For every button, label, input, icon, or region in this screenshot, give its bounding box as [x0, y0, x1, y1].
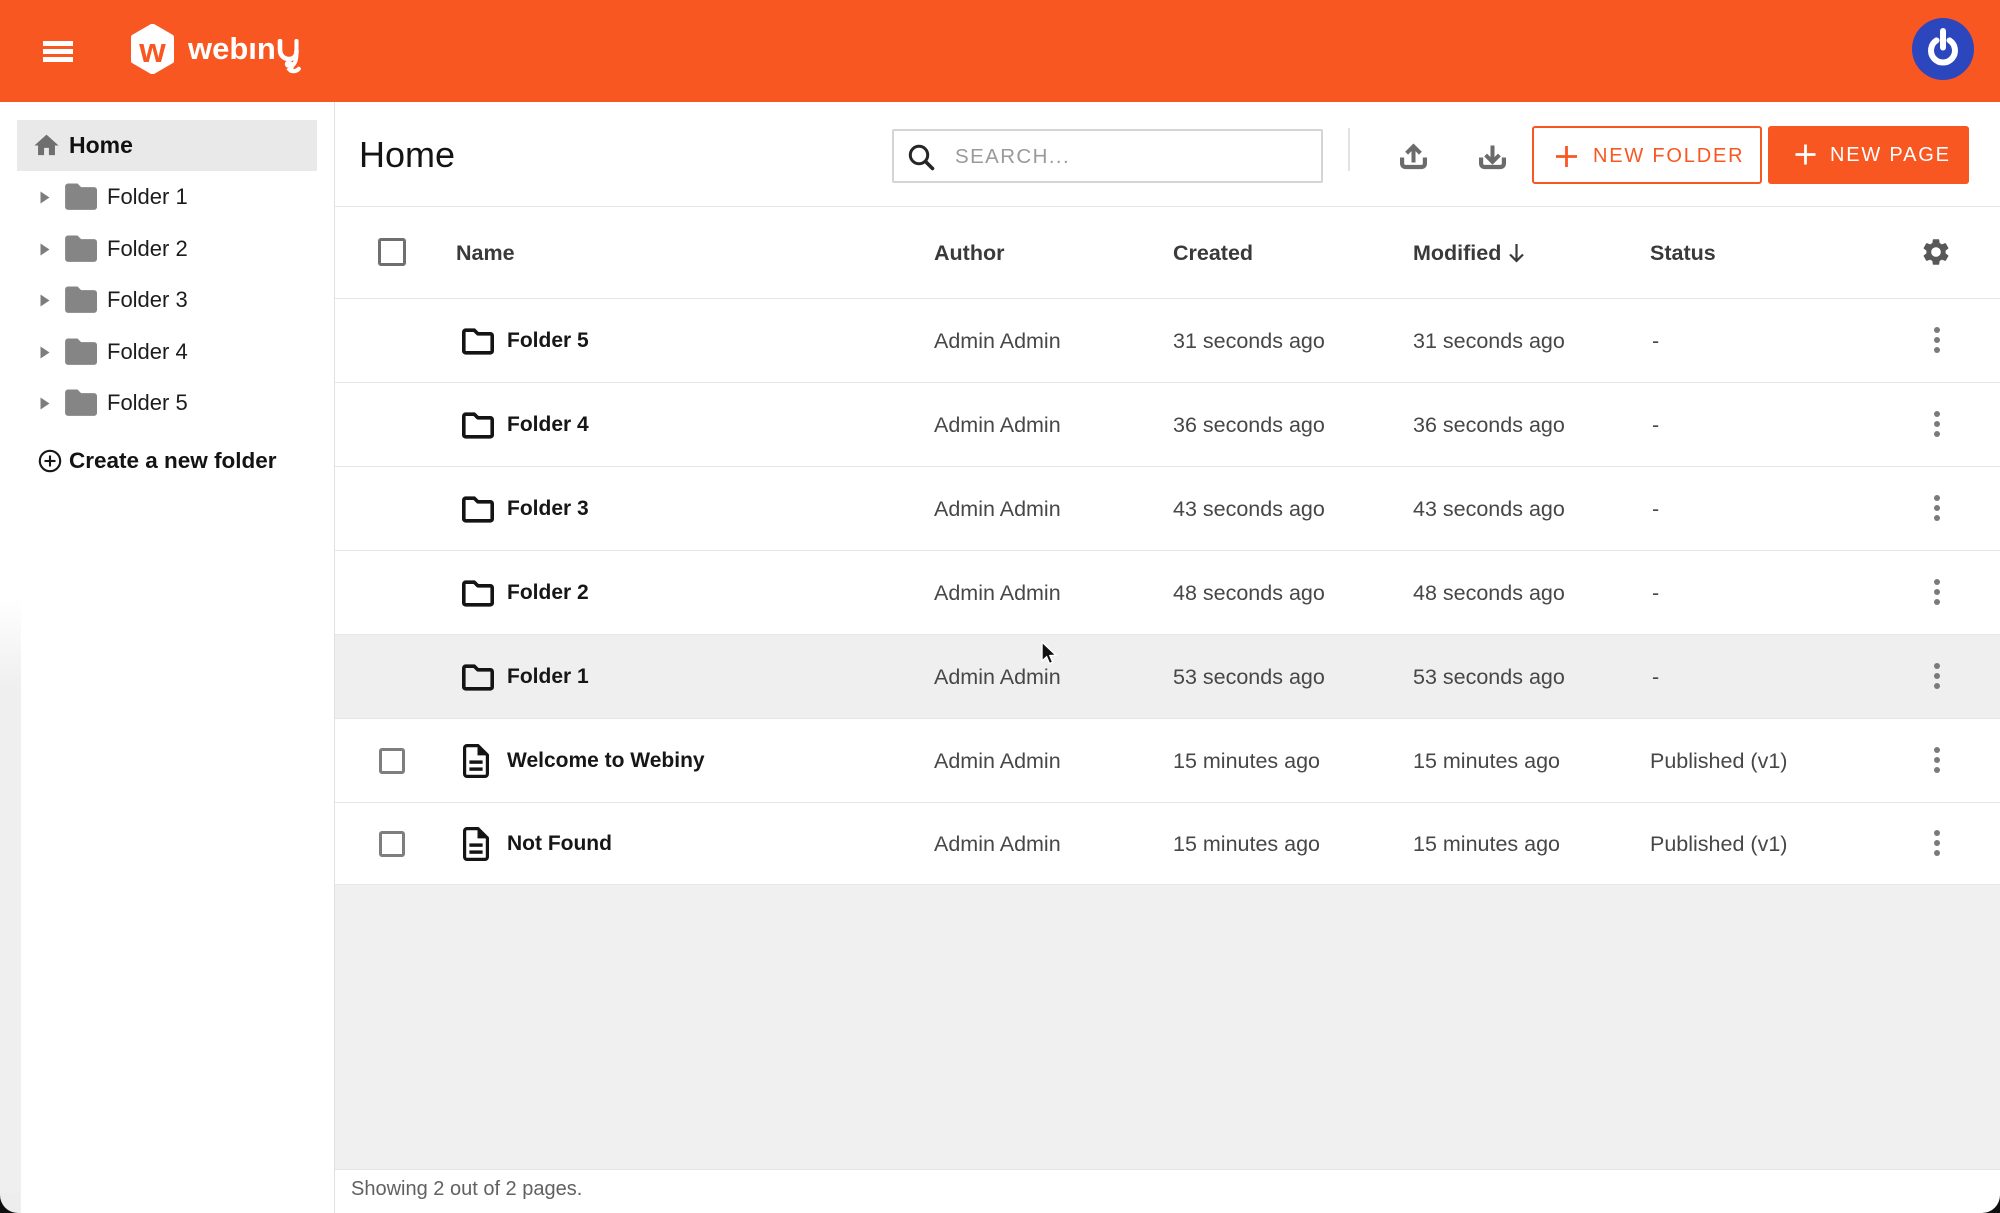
svg-text:w: w [138, 32, 166, 70]
